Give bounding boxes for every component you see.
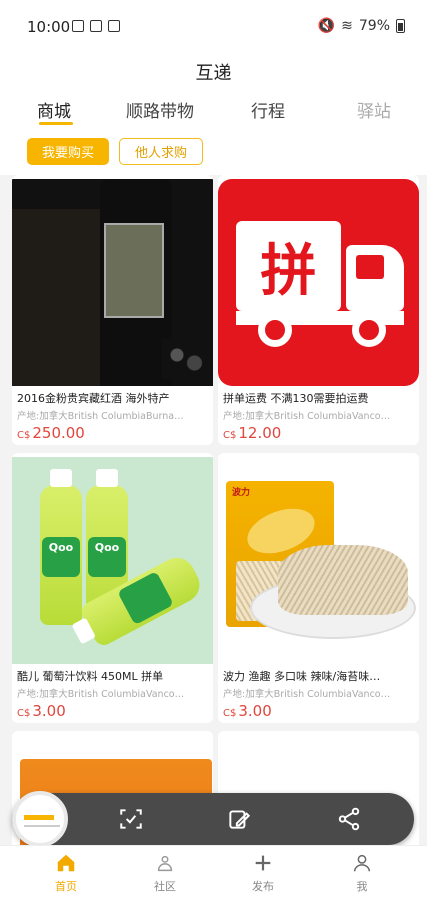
product-origin: 产地:加拿大British ColumbiaVanco… — [17, 689, 185, 700]
status-time: 10:00 — [27, 18, 71, 36]
tab-carry-along[interactable]: 顺路带物 — [126, 97, 194, 122]
product-card[interactable]: 2016金粉贵宾藏红酒 海外特产 产地:加拿大British ColumbiaB… — [12, 175, 213, 445]
nav-community[interactable]: 社区 — [130, 852, 200, 894]
fish-snack-image: 波力 — [218, 457, 419, 664]
currency: C$ — [223, 430, 237, 441]
home-icon — [57, 854, 75, 872]
product-price: C$ 250.00 — [17, 424, 85, 442]
price-value: 3.00 — [32, 702, 66, 720]
product-name: 2016金粉贵宾藏红酒 海外特产 — [17, 392, 170, 405]
user-icon — [353, 854, 371, 872]
price-value: 250.00 — [32, 424, 85, 442]
product-card[interactable]: Qoo Qoo 酷儿 葡萄汁饮料 450ML 拼单 产地:加拿大British … — [12, 453, 213, 723]
status-right: 🔇 ≋ 79% — [318, 18, 405, 34]
nav-home-label: 首页 — [55, 880, 77, 893]
nav-community-label: 社区 — [154, 880, 176, 893]
buy-chip[interactable]: 我要购买 — [27, 138, 109, 165]
edit-icon[interactable] — [226, 806, 252, 832]
plus-icon — [255, 855, 271, 871]
product-name: 酷儿 葡萄汁饮料 450ML 拼单 — [17, 670, 164, 683]
product-price: C$ 12.00 — [223, 424, 281, 442]
currency: C$ — [17, 430, 31, 441]
product-name: 拼单运费 不满130需要拍运费 — [223, 392, 369, 405]
product-card[interactable]: 波力 波力 渔趣 多口味 辣味/海苔味… 产地:加拿大British Colum… — [218, 453, 419, 723]
header: 互递 商城 顺路带物 行程 驿站 我要购买 他人求购 — [0, 52, 427, 175]
screenshot-toolbar — [12, 791, 414, 847]
battery-icon — [396, 19, 405, 33]
status-left-icons — [72, 20, 120, 32]
currency: C$ — [223, 708, 237, 719]
product-price: C$ 3.00 — [17, 702, 66, 720]
tab-trips[interactable]: 行程 — [251, 97, 285, 122]
share-icon[interactable] — [336, 806, 362, 832]
tab-mall[interactable]: 商城 — [37, 97, 71, 122]
grape-juice-bottles-image: Qoo Qoo — [12, 457, 213, 664]
check-icon — [108, 20, 120, 32]
tab-station[interactable]: 驿站 — [357, 97, 391, 122]
product-price: C$ 3.00 — [223, 702, 272, 720]
status-bar: 10:00 🔇 ≋ 79% — [0, 0, 427, 52]
battery-percent: 79% — [358, 18, 390, 34]
wine-bottle-image — [12, 179, 213, 386]
nav-me-label: 我 — [356, 880, 368, 893]
mute-icon: 🔇 — [317, 18, 336, 34]
screenshot-thumbnail[interactable] — [12, 791, 68, 847]
product-origin: 产地:加拿大British ColumbiaBurna… — [17, 411, 184, 422]
bottom-nav: 首页 社区 发布 我 — [0, 845, 427, 900]
scan-icon[interactable] — [118, 806, 144, 832]
product-card[interactable]: 拼 拼单运费 不满130需要拍运费 产地:加拿大British Columbia… — [218, 175, 419, 445]
gallery-icon — [72, 20, 84, 32]
nav-publish[interactable]: 发布 — [228, 852, 298, 894]
others-request-chip[interactable]: 他人求购 — [119, 138, 203, 165]
product-origin: 产地:加拿大British ColumbiaVanco… — [223, 411, 391, 422]
wifi-icon: ≋ — [341, 18, 353, 34]
nav-home[interactable]: 首页 — [31, 852, 101, 894]
page-title: 互递 — [195, 63, 232, 84]
community-icon — [157, 855, 173, 872]
currency: C$ — [17, 708, 31, 719]
notification-icon — [90, 20, 102, 32]
active-tab-indicator — [39, 122, 73, 125]
price-value: 12.00 — [238, 424, 282, 442]
product-origin: 产地:加拿大British ColumbiaVanco… — [223, 689, 391, 700]
product-name: 波力 渔趣 多口味 辣味/海苔味… — [223, 670, 381, 683]
price-value: 3.00 — [238, 702, 272, 720]
nav-me[interactable]: 我 — [327, 852, 397, 894]
delivery-truck-image: 拼 — [218, 179, 419, 386]
nav-publish-label: 发布 — [252, 880, 274, 893]
